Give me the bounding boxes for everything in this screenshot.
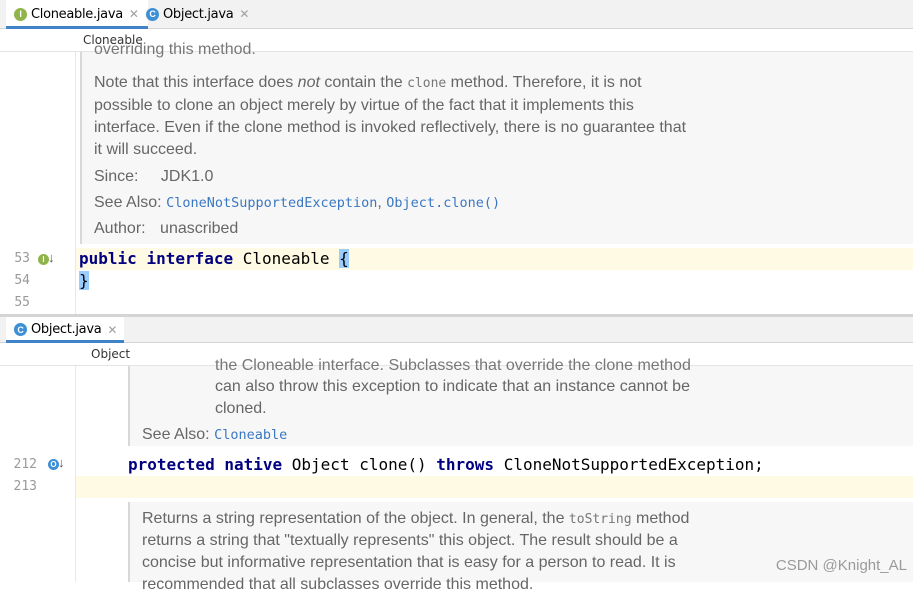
line-number: 55 xyxy=(14,295,30,310)
doc-text: method xyxy=(631,510,690,527)
down-arrow-icon[interactable]: ↓ xyxy=(48,250,55,265)
doc-code: toString xyxy=(568,512,632,527)
doc-partial-line: overriding this method. xyxy=(94,41,256,58)
tab-object-java[interactable]: C Object.java ✕ xyxy=(140,0,254,28)
doc-see-also: See Also: CloneNotSupportedException, Ob… xyxy=(94,192,500,214)
doc-partial-line: recommended that all subclasses override… xyxy=(142,576,534,593)
identifier: CloneNotSupportedException; xyxy=(494,455,764,474)
close-icon[interactable]: ✕ xyxy=(239,7,249,21)
doc-line: it will succeed. xyxy=(94,141,198,158)
bottom-tab-bar: C Object.java ✕ xyxy=(0,317,913,343)
see-also-label: See Also: xyxy=(142,426,210,443)
close-icon[interactable]: ✕ xyxy=(129,7,139,21)
doc-emphasis: not xyxy=(297,74,320,91)
tab-label: Cloneable.java xyxy=(31,6,123,22)
line-number: 53 xyxy=(14,251,30,266)
code-line: } xyxy=(79,271,89,290)
doc-see-also: See Also: Cloneable xyxy=(142,424,287,446)
gutter-divider xyxy=(75,52,76,314)
tab-cloneable-java[interactable]: I Cloneable.java ✕ xyxy=(6,0,148,29)
keyword: native xyxy=(224,455,283,474)
class-icon: C xyxy=(146,7,159,21)
current-line-highlight xyxy=(76,476,913,498)
breadcrumb-item[interactable]: Object xyxy=(91,347,130,361)
code-line: protected native Object clone() throws C… xyxy=(128,455,764,474)
doc-line: cloned. xyxy=(215,400,267,417)
see-also-label: See Also: xyxy=(94,194,162,211)
doc-text: method. Therefore, it is not xyxy=(446,74,642,91)
see-also-separator: , xyxy=(377,194,382,211)
doc-line: possible to clone an object merely by vi… xyxy=(94,97,634,114)
line-number: 54 xyxy=(14,273,30,288)
watermark: CSDN @Knight_AL xyxy=(775,557,907,574)
rendered-javadoc: overriding this method. Note that this i… xyxy=(80,41,913,244)
doc-paragraph: Note that this interface does not contai… xyxy=(94,72,774,161)
see-also-link[interactable]: CloneNotSupportedException xyxy=(166,195,377,211)
author-value: unascribed xyxy=(160,220,239,237)
keyword: interface xyxy=(146,249,234,268)
interface-icon: I xyxy=(14,7,27,21)
gutter xyxy=(0,366,75,582)
close-icon[interactable]: ✕ xyxy=(107,323,117,337)
doc-line: concise but informative representation t… xyxy=(142,554,676,571)
brace: { xyxy=(339,249,349,268)
top-tab-bar: I Cloneable.java ✕ C Object.java ✕ xyxy=(0,0,913,29)
keyword: protected xyxy=(128,455,215,474)
class-icon: C xyxy=(14,323,27,336)
tab-label: Object.java xyxy=(31,322,102,337)
doc-partial-line: the Cloneable interface. Subclasses that… xyxy=(215,357,691,374)
doc-text: contain the xyxy=(319,74,408,91)
see-also-link[interactable]: Object.clone() xyxy=(386,195,500,211)
line-number: 212 xyxy=(13,457,37,472)
gutter-divider xyxy=(75,366,76,582)
doc-since: Since: JDK1.0 xyxy=(94,166,213,188)
tab-object-java[interactable]: C Object.java ✕ xyxy=(6,317,124,343)
code-line: public interface Cloneable { xyxy=(79,249,349,268)
identifier: Cloneable xyxy=(233,249,340,268)
see-also-link[interactable]: Cloneable xyxy=(214,427,287,443)
keyword: throws xyxy=(436,455,495,474)
doc-line: returns a string that "textually represe… xyxy=(142,532,678,549)
doc-author: Author: unascribed xyxy=(94,218,238,240)
tab-label: Object.java xyxy=(163,6,234,22)
doc-line: can also throw this exception to indicat… xyxy=(215,378,690,395)
keyword: public xyxy=(79,249,137,268)
line-number: 213 xyxy=(13,479,37,494)
down-arrow-icon[interactable]: ↓ xyxy=(58,455,65,470)
doc-line: Note that this interface does not contai… xyxy=(94,72,774,95)
doc-line: interface. Even if the clone method is i… xyxy=(94,119,687,136)
since-label: Since: xyxy=(94,168,139,185)
author-label: Author: xyxy=(94,220,146,237)
identifier: Object clone() xyxy=(282,455,437,474)
doc-line: Returns a string representation of the o… xyxy=(142,508,689,531)
brace: } xyxy=(79,271,89,290)
doc-code: clone xyxy=(407,76,447,91)
rendered-javadoc: the Cloneable interface. Subclasses that… xyxy=(128,357,913,446)
doc-text: Returns a string representation of the o… xyxy=(142,510,569,527)
since-value: JDK1.0 xyxy=(160,168,214,185)
doc-text: Note that this interface does xyxy=(94,74,298,91)
